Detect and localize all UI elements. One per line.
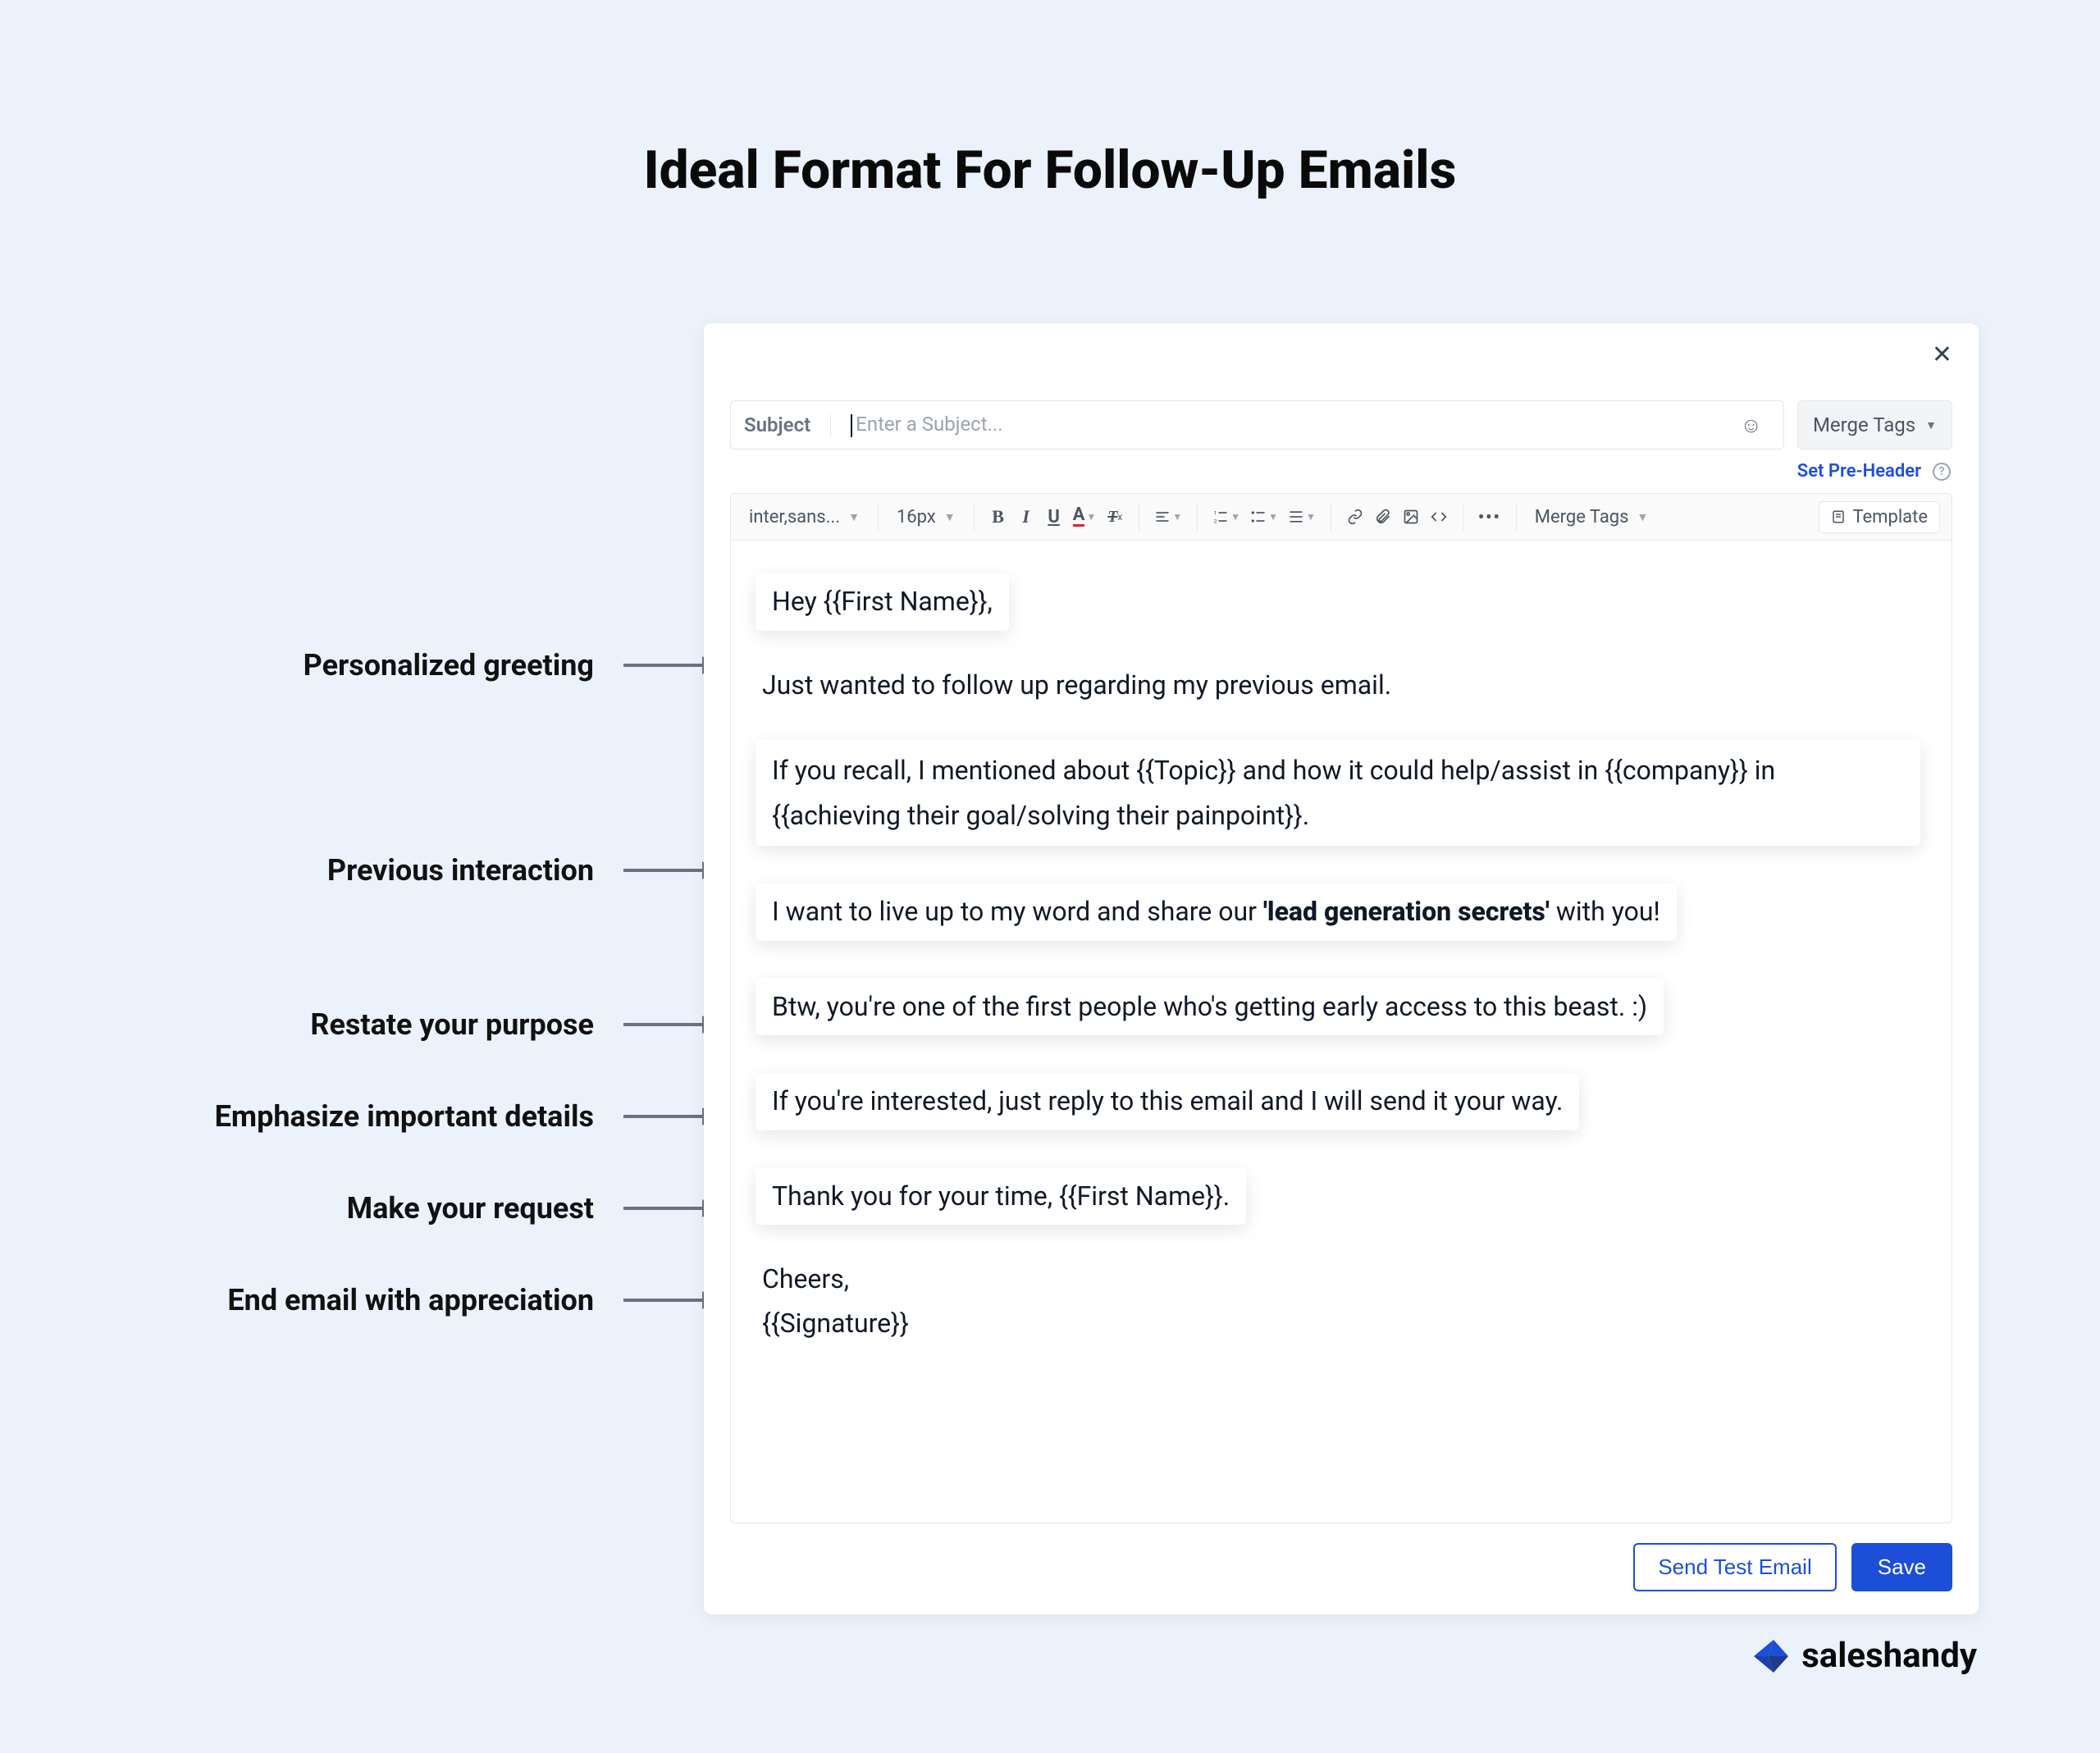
- chevron-down-icon: ▼: [944, 510, 956, 524]
- details-text: Btw, you're one of the first people who'…: [756, 979, 1664, 1036]
- underline-button[interactable]: U: [1042, 503, 1066, 531]
- template-button[interactable]: Template: [1819, 501, 1940, 533]
- preheader-row: Set Pre-Header ?: [730, 461, 1951, 482]
- close-icon[interactable]: ✕: [1932, 343, 1952, 367]
- annotation-details: Emphasize important details: [215, 1099, 722, 1134]
- purpose-post: with you!: [1550, 896, 1660, 927]
- editor-footer: Send Test Email Save: [730, 1543, 1952, 1591]
- merge-tags-label: Merge Tags: [1813, 413, 1915, 436]
- chevron-down-icon: ▼: [1086, 511, 1096, 523]
- brand-logo: saleshandy: [1751, 1636, 1977, 1676]
- annotation-previous-interaction: Previous interaction: [327, 853, 722, 888]
- svg-text:2: 2: [1214, 518, 1217, 525]
- greeting-text: Hey {{First Name}},: [756, 573, 1009, 631]
- subject-row: Subject Enter a Subject... ☺ Merge Tags …: [730, 400, 1952, 450]
- brand-name: saleshandy: [1801, 1636, 1977, 1676]
- greeting-line: Hey {{First Name}},: [762, 573, 1920, 631]
- send-test-email-button[interactable]: Send Test Email: [1633, 1543, 1836, 1591]
- line-height-button[interactable]: ▼: [1285, 503, 1319, 531]
- annotation-appreciation: End email with appreciation: [227, 1283, 722, 1317]
- separator-icon: [974, 503, 975, 531]
- formatting-toolbar: inter,sans... ▼ 16px ▼ B I U A▼ Tx ▼ 12 …: [730, 493, 1952, 541]
- image-button[interactable]: [1399, 503, 1423, 531]
- svg-text:1: 1: [1214, 510, 1217, 517]
- arrow-icon: [623, 664, 715, 667]
- font-size-value: 16px: [897, 507, 936, 527]
- purpose-pre: I want to live up to my word and share o…: [772, 896, 1263, 927]
- bold-button[interactable]: B: [986, 503, 1011, 531]
- separator-icon: [1197, 503, 1198, 531]
- text-cursor-icon: [851, 414, 852, 437]
- chevron-down-icon: ▼: [1230, 511, 1240, 523]
- chevron-down-icon: ▼: [1925, 418, 1937, 432]
- appreciation-text: Thank you for your time, {{First Name}}.: [756, 1168, 1246, 1226]
- clear-format-button[interactable]: Tx: [1102, 503, 1127, 531]
- subject-field-container: Subject Enter a Subject... ☺: [730, 400, 1784, 450]
- subject-input[interactable]: Enter a Subject...: [851, 413, 1732, 437]
- request-text: If you're interested, just reply to this…: [756, 1073, 1579, 1130]
- italic-button[interactable]: I: [1014, 503, 1039, 531]
- annotation-request: Make your request: [347, 1191, 722, 1226]
- merge-tags-button[interactable]: Merge Tags ▼: [1797, 400, 1952, 450]
- arrow-icon: [623, 1207, 715, 1210]
- chevron-down-icon: ▼: [1268, 511, 1278, 523]
- annotation-label: End email with appreciation: [227, 1283, 594, 1317]
- request-line: If you're interested, just reply to this…: [762, 1073, 1920, 1130]
- subject-label: Subject: [744, 413, 831, 436]
- save-button[interactable]: Save: [1851, 1543, 1952, 1591]
- chevron-down-icon: ▼: [1306, 511, 1316, 523]
- font-family-value: inter,sans...: [749, 507, 840, 527]
- cheers-line: Cheers,: [762, 1259, 1920, 1300]
- annotation-purpose: Restate your purpose: [310, 1007, 722, 1042]
- font-family-dropdown[interactable]: inter,sans... ▼: [742, 504, 866, 531]
- unordered-list-button[interactable]: ▼: [1247, 503, 1281, 531]
- chevron-down-icon: ▼: [848, 510, 860, 524]
- chevron-down-icon: ▼: [1172, 511, 1182, 523]
- merge-tags-toolbar-dropdown[interactable]: Merge Tags ▼: [1528, 504, 1655, 531]
- annotation-label: Previous interaction: [327, 853, 594, 888]
- font-size-dropdown[interactable]: 16px ▼: [890, 504, 962, 531]
- font-color-button[interactable]: A▼: [1070, 503, 1100, 531]
- arrow-icon: [623, 1023, 715, 1026]
- details-line: Btw, you're one of the first people who'…: [762, 979, 1920, 1036]
- align-button[interactable]: ▼: [1151, 503, 1185, 531]
- previous-interaction-text: If you recall, I mentioned about {{Topic…: [756, 740, 1920, 846]
- attachment-button[interactable]: [1371, 503, 1395, 531]
- help-icon[interactable]: ?: [1933, 463, 1951, 481]
- merge-tags-toolbar-label: Merge Tags: [1535, 507, 1629, 527]
- previous-interaction-line: If you recall, I mentioned about {{Topic…: [762, 740, 1920, 846]
- purpose-bold: 'lead generation secrets': [1263, 896, 1550, 927]
- ordered-list-button[interactable]: 12 ▼: [1209, 503, 1244, 531]
- email-editor-window: ✕ Subject Enter a Subject... ☺ Merge Tag…: [704, 323, 1979, 1614]
- template-label: Template: [1852, 507, 1928, 527]
- annotation-greeting: Personalized greeting: [304, 648, 722, 682]
- code-button[interactable]: [1427, 503, 1451, 531]
- annotation-label: Personalized greeting: [304, 648, 594, 682]
- emoji-icon[interactable]: ☺: [1732, 413, 1770, 438]
- subject-placeholder-text: Enter a Subject...: [856, 413, 1002, 436]
- link-button[interactable]: [1343, 503, 1367, 531]
- saleshandy-logo-icon: [1751, 1637, 1790, 1676]
- followup-line: Just wanted to follow up regarding my pr…: [762, 665, 1920, 706]
- signature-line: {{Signature}}: [762, 1303, 1920, 1344]
- arrow-icon: [623, 1115, 715, 1118]
- appreciation-line: Thank you for your time, {{First Name}}.: [762, 1168, 1920, 1226]
- annotation-label: Emphasize important details: [215, 1099, 594, 1134]
- set-preheader-link[interactable]: Set Pre-Header: [1797, 461, 1921, 482]
- more-button[interactable]: •••: [1475, 503, 1504, 531]
- arrow-icon: [623, 1299, 715, 1302]
- purpose-line: I want to live up to my word and share o…: [762, 883, 1920, 941]
- arrow-icon: [623, 869, 715, 872]
- email-body-editor[interactable]: Hey {{First Name}}, Just wanted to follo…: [730, 541, 1952, 1523]
- chevron-down-icon: ▼: [1637, 510, 1649, 524]
- separator-icon: [1516, 503, 1517, 531]
- annotation-label: Make your request: [347, 1191, 594, 1226]
- annotation-label: Restate your purpose: [310, 1007, 594, 1042]
- annotation-column: Personalized greeting Previous interacti…: [0, 0, 722, 1753]
- separator-icon: [878, 503, 879, 531]
- purpose-text: I want to live up to my word and share o…: [756, 883, 1677, 941]
